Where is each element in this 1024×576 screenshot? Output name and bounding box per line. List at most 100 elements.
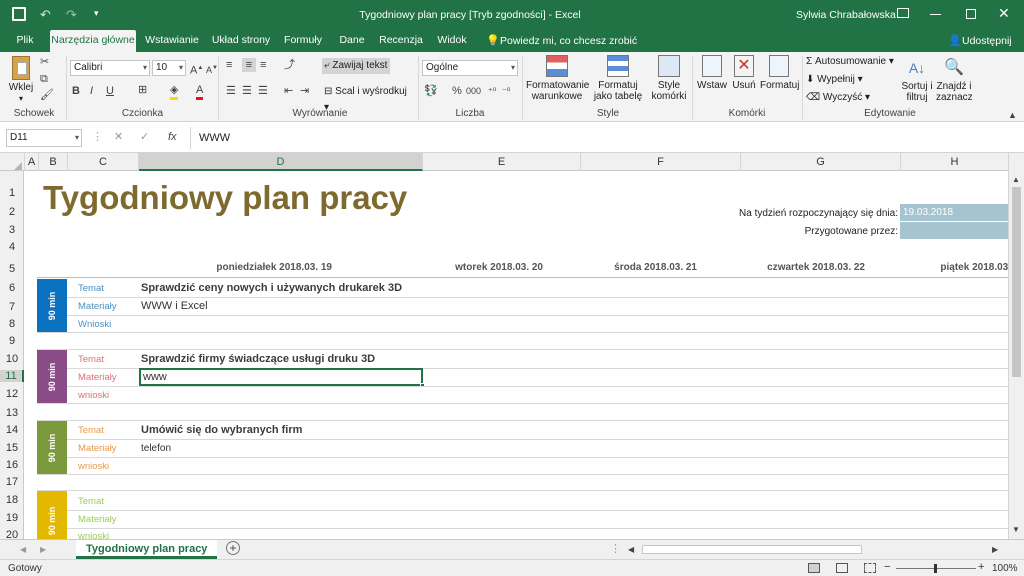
close-icon[interactable]: ✕ (998, 5, 1010, 22)
tell-me-input[interactable]: Powiedz mi, co chcesz zrobić (500, 35, 637, 47)
tab-split-icon[interactable]: ⋮ (610, 542, 621, 556)
scroll-left-icon[interactable]: ◀ (628, 543, 634, 557)
tab-narzedzia-glowne[interactable]: Narzędzia główne (50, 30, 136, 52)
align-bottom-icon[interactable]: ≡ (260, 58, 266, 72)
topic-text[interactable]: Sprawdzić firmy świadczące usługi druku … (141, 353, 375, 365)
column-header-h[interactable]: H (901, 153, 1008, 171)
tab-dane[interactable]: Dane (334, 30, 370, 52)
vertical-scrollbar[interactable]: ▲ ▼ (1008, 153, 1024, 539)
row-header[interactable]: 6 (0, 282, 24, 294)
tab-recenzja[interactable]: Recenzja (378, 30, 424, 52)
row-header[interactable]: 9 (0, 335, 24, 347)
row-header[interactable]: 3 (0, 224, 24, 236)
select-all-corner[interactable] (0, 153, 25, 171)
worksheet-grid[interactable]: Tygodniowy plan pracy Na tydzień rozpocz… (25, 171, 1008, 539)
align-right-icon[interactable]: ☰ (258, 84, 268, 98)
insert-function-button[interactable]: fx (168, 130, 177, 144)
row-header[interactable]: 7 (0, 301, 24, 313)
row-header[interactable]: 4 (0, 241, 24, 253)
prev-sheet-icon[interactable]: ◀ (20, 543, 26, 557)
minimize-icon[interactable] (930, 14, 941, 15)
column-header-e[interactable]: E (423, 153, 581, 171)
maximize-icon[interactable] (966, 9, 976, 19)
name-box[interactable]: D11 ▾ (6, 129, 82, 147)
font-color-icon[interactable]: A (196, 83, 204, 100)
add-sheet-icon[interactable]: + (226, 541, 240, 555)
format-as-table-button[interactable]: Formatuj jako tabelę (590, 55, 646, 102)
zoom-in-icon[interactable]: + (978, 561, 984, 573)
row-header[interactable]: 19 (0, 512, 24, 524)
topic-text[interactable]: Umówić się do wybranych firm (141, 424, 302, 436)
align-middle-icon[interactable]: ≡ (242, 58, 256, 72)
decrease-font-icon[interactable]: A▼ (206, 61, 218, 77)
formula-input[interactable]: WWW (190, 127, 1006, 149)
autosum-button[interactable]: Σ Autosumowanie ▾ (806, 56, 894, 67)
customize-qat-icon[interactable]: ▾ (94, 8, 99, 19)
row-header[interactable]: 18 (0, 494, 24, 506)
horizontal-scrollbar[interactable]: ◀ ▶ (626, 543, 1006, 556)
format-cells-button[interactable]: Formatuj (760, 55, 799, 91)
row-header[interactable]: 10 (0, 353, 24, 365)
user-name[interactable]: Sylwia Chrabałowska (796, 9, 896, 21)
enter-icon[interactable]: ✓ (140, 130, 149, 144)
align-top-icon[interactable]: ≡ (226, 58, 232, 72)
align-left-icon[interactable]: ☰ (226, 84, 236, 98)
row-header[interactable]: 2 (0, 206, 24, 218)
share-button[interactable]: Udostępnij (962, 35, 1012, 47)
row-header[interactable]: 14 (0, 424, 24, 436)
number-format-select[interactable]: Ogólne ▾ (422, 60, 518, 76)
increase-decimal-icon[interactable]: ⁺⁰ (488, 84, 496, 98)
borders-icon[interactable]: ⊞ (138, 83, 147, 97)
clear-button[interactable]: ⌫ Wyczyść ▾ (806, 92, 870, 103)
cancel-icon[interactable]: ✕ (114, 130, 123, 144)
conditional-formatting-button[interactable]: Formatowanie warunkowe (526, 55, 589, 102)
redo-icon[interactable]: ↷ (66, 7, 77, 23)
merge-center-button[interactable]: ⊟ Scal i wyśrodkuj ▾ (322, 84, 414, 113)
row-header[interactable]: 17 (0, 476, 24, 488)
increase-font-icon[interactable]: A▲ (190, 61, 203, 78)
row-header[interactable]: 15 (0, 442, 24, 454)
column-header-g[interactable]: G (741, 153, 901, 171)
align-center-icon[interactable]: ☰ (242, 84, 252, 98)
page-break-icon[interactable] (864, 563, 876, 573)
scroll-down-icon[interactable]: ▼ (1012, 523, 1020, 537)
scroll-right-icon[interactable]: ▶ (992, 543, 998, 557)
undo-icon[interactable]: ↶ (40, 7, 51, 23)
orientation-icon[interactable]: ⤴ (284, 58, 295, 72)
currency-icon[interactable]: 💱 (424, 84, 438, 98)
font-name-select[interactable]: Calibri ▾ (70, 60, 150, 76)
font-size-select[interactable]: 10 ▾ (152, 60, 186, 76)
decrease-decimal-icon[interactable]: ⁻⁰ (502, 84, 510, 98)
row-header[interactable]: 5 (0, 263, 24, 275)
row-header[interactable]: 1 (0, 187, 24, 199)
save-icon[interactable] (12, 7, 26, 21)
topic-text[interactable]: Sprawdzić ceny nowych i używanych drukar… (141, 282, 402, 294)
vertical-scroll-thumb[interactable] (1012, 187, 1021, 377)
sort-filter-button[interactable]: A↓ Sortuj i filtruj (900, 55, 934, 103)
scroll-up-icon[interactable]: ▲ (1012, 173, 1020, 187)
column-header-d[interactable]: D (139, 153, 423, 171)
materials-text[interactable]: WWW i Excel (141, 300, 208, 312)
thousands-button[interactable]: 000 (466, 84, 481, 98)
percent-button[interactable]: % (452, 84, 462, 98)
row-header[interactable]: 16 (0, 459, 24, 471)
copy-icon[interactable]: ⧉ (40, 72, 48, 86)
tab-plik[interactable]: Plik (10, 30, 40, 52)
indent-increase-icon[interactable]: ⇥ (300, 84, 309, 98)
indent-decrease-icon[interactable]: ⇤ (284, 84, 293, 98)
normal-view-icon[interactable] (808, 563, 820, 573)
wrap-text-button[interactable]: ⤶ Zawijaj tekst (322, 58, 390, 74)
cut-icon[interactable]: ✂ (40, 55, 49, 69)
tab-widok[interactable]: Widok (432, 30, 472, 52)
fill-color-icon[interactable]: ◈ (170, 83, 179, 100)
row-header[interactable]: 11 (0, 370, 24, 382)
column-header-c[interactable]: C (68, 153, 139, 171)
tab-formuly[interactable]: Formuły (280, 30, 326, 52)
collapse-ribbon-icon[interactable]: ▲ (1008, 108, 1017, 122)
selected-cell-d11[interactable]: www (139, 368, 425, 388)
row-header[interactable]: 13 (0, 407, 24, 419)
insert-button[interactable]: Wstaw (696, 55, 728, 91)
ribbon-display-icon[interactable] (897, 8, 909, 18)
sheet-tab-active[interactable]: Tygodniowy plan pracy (76, 540, 218, 559)
cell-styles-button[interactable]: Style komórki (648, 55, 690, 102)
